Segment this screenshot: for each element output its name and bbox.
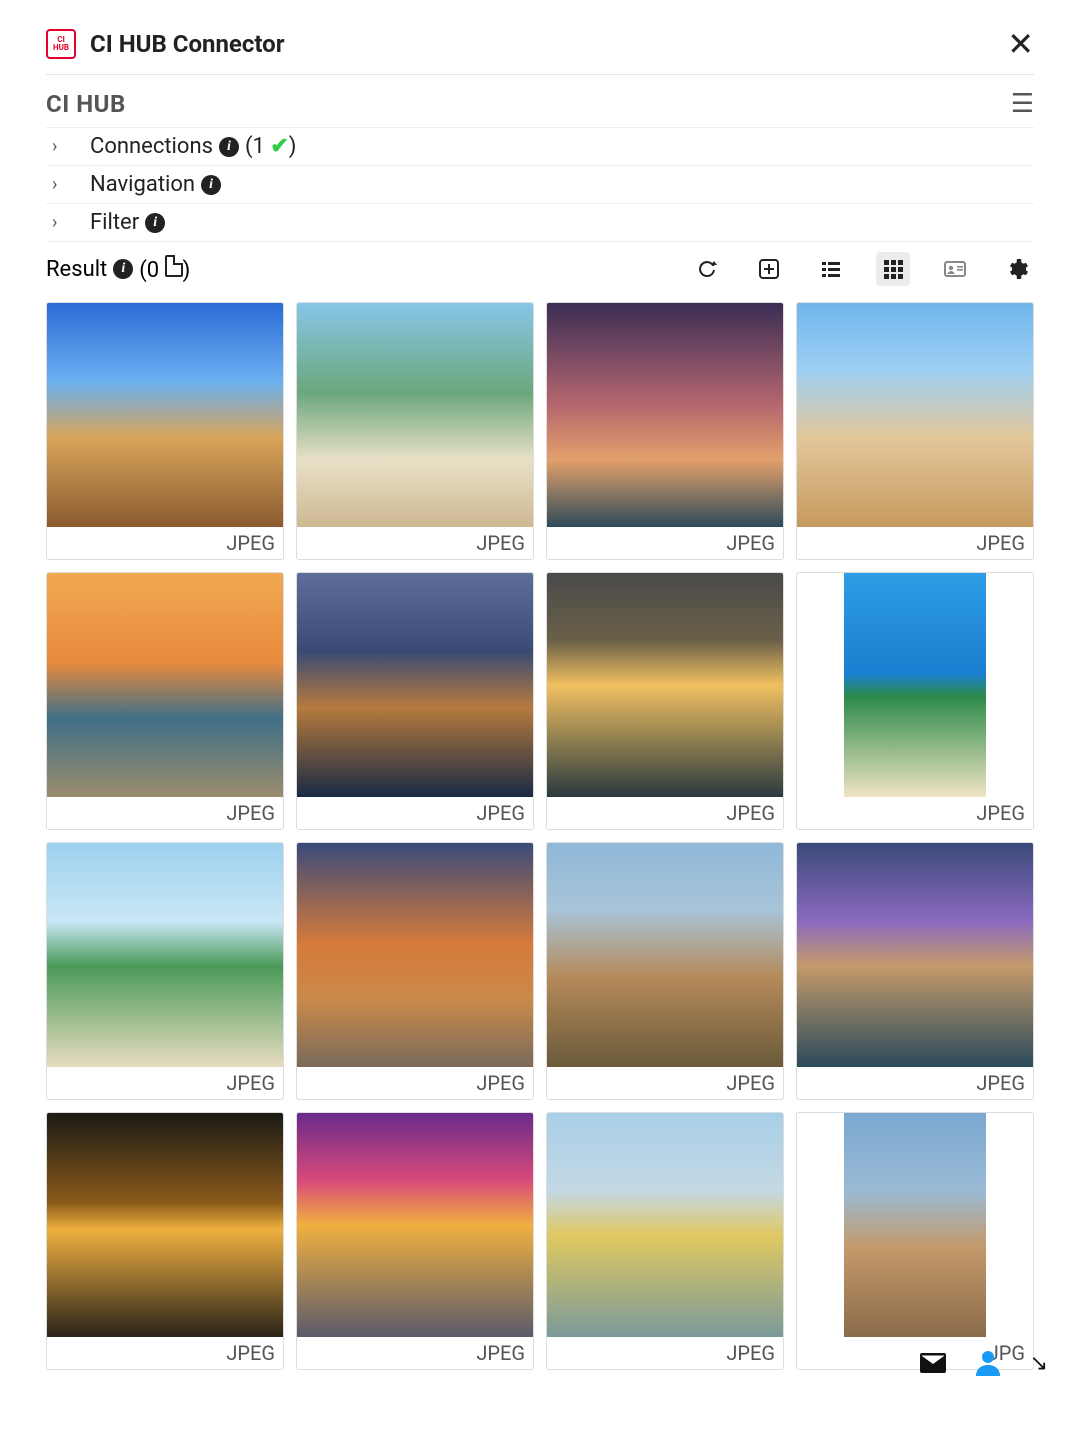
asset-thumbnail (547, 573, 783, 797)
mail-icon[interactable] (920, 1353, 946, 1373)
id-card-icon (943, 257, 967, 281)
close-icon[interactable]: ✕ (1007, 28, 1034, 60)
asset-card[interactable]: JPEG (296, 1112, 534, 1370)
refresh-button[interactable] (690, 252, 724, 286)
asset-format-label: JPEG (547, 1067, 783, 1099)
connections-count: (1 ✔) (245, 134, 296, 159)
list-icon (819, 257, 843, 281)
refresh-icon (695, 257, 719, 281)
asset-card[interactable]: JPEG (46, 302, 284, 560)
add-button[interactable] (752, 252, 786, 286)
info-icon[interactable]: i (113, 259, 133, 279)
app-logo: CIHUB (46, 29, 76, 59)
asset-card[interactable]: JPEG (796, 572, 1034, 830)
navigation-label: Navigation (90, 172, 195, 197)
check-icon: ✔ (270, 134, 288, 159)
asset-thumbnail (47, 1113, 283, 1337)
asset-card[interactable]: JPEG (796, 302, 1034, 560)
app-title: CI HUB Connector (90, 30, 285, 58)
asset-thumbnail (297, 1113, 533, 1337)
asset-format-label: JPEG (797, 1067, 1033, 1099)
result-label: Result (46, 257, 107, 282)
info-icon[interactable]: i (201, 175, 221, 195)
accordion-connections[interactable]: › Connections i (1 ✔) (46, 127, 1034, 165)
asset-thumbnail (797, 303, 1033, 527)
asset-format-label: JPEG (47, 1067, 283, 1099)
asset-card[interactable]: JPEG (546, 302, 784, 560)
result-bar: Result i (0 ) (46, 241, 1034, 300)
footer-bar: ↘ (920, 1350, 1048, 1376)
asset-format-label: JPEG (47, 1337, 283, 1369)
asset-card[interactable]: JPEG (546, 842, 784, 1100)
accordion-navigation[interactable]: › Navigation i (46, 165, 1034, 203)
asset-thumbnail (47, 573, 283, 797)
asset-thumbnail (297, 843, 533, 1067)
asset-thumbnail (47, 303, 283, 527)
asset-format-label: JPEG (547, 527, 783, 559)
asset-card[interactable]: JPEG (546, 1112, 784, 1370)
asset-thumbnail (797, 843, 1033, 1067)
results-grid: JPEG JPEG JPEG JPEG JPEG JPEG JPEG JPEG JPEG JPEG… (46, 300, 1034, 1372)
result-left: Result i (0 ) (46, 255, 190, 283)
asset-card[interactable]: JPG (796, 1112, 1034, 1370)
asset-thumbnail (547, 1113, 783, 1337)
asset-format-label: JPEG (47, 797, 283, 829)
user-icon[interactable] (976, 1350, 1000, 1376)
grid-icon (881, 257, 905, 281)
asset-card[interactable]: JPEG (296, 842, 534, 1100)
chevron-right-icon: › (46, 136, 90, 157)
asset-card[interactable]: JPEG (46, 572, 284, 830)
toolbar (690, 252, 1034, 286)
asset-card[interactable]: JPEG (46, 842, 284, 1100)
filter-label: Filter (90, 210, 139, 235)
info-icon[interactable]: i (219, 137, 239, 157)
accordion-filter[interactable]: › Filter i (46, 203, 1034, 241)
asset-format-label: JPEG (297, 797, 533, 829)
subheader: CI HUB ☰ (46, 75, 1034, 127)
connections-label: Connections (90, 134, 213, 159)
app-window: CIHUB CI HUB Connector ✕ CI HUB ☰ › Conn… (22, 10, 1058, 1382)
settings-button[interactable] (1000, 252, 1034, 286)
details-view-button[interactable] (938, 252, 972, 286)
grid-view-button[interactable] (876, 252, 910, 286)
asset-format-label: JPEG (797, 797, 1033, 829)
asset-format-label: JPEG (547, 797, 783, 829)
document-icon (165, 255, 183, 277)
chevron-right-icon: › (46, 174, 90, 195)
asset-format-label: JPEG (47, 527, 283, 559)
asset-thumbnail (547, 843, 783, 1067)
asset-thumbnail (797, 573, 1033, 797)
asset-card[interactable]: JPEG (546, 572, 784, 830)
asset-card[interactable]: JPEG (46, 1112, 284, 1370)
gear-icon (1005, 257, 1029, 281)
chevron-right-icon: › (46, 212, 90, 233)
list-view-button[interactable] (814, 252, 848, 286)
accordion: › Connections i (1 ✔) › Navigation i › F… (46, 127, 1034, 241)
asset-format-label: JPEG (547, 1337, 783, 1369)
asset-format-label: JPEG (797, 527, 1033, 559)
asset-thumbnail (547, 303, 783, 527)
asset-card[interactable]: JPEG (296, 302, 534, 560)
asset-format-label: JPEG (297, 527, 533, 559)
brand-label: CI HUB (46, 90, 126, 118)
asset-thumbnail (47, 843, 283, 1067)
plus-box-icon (757, 257, 781, 281)
resize-handle-icon[interactable]: ↘ (1030, 1351, 1048, 1376)
asset-thumbnail (297, 573, 533, 797)
asset-thumbnail (297, 303, 533, 527)
asset-card[interactable]: JPEG (296, 572, 534, 830)
asset-format-label: JPEG (297, 1067, 533, 1099)
titlebar: CIHUB CI HUB Connector ✕ (46, 28, 1034, 75)
info-icon[interactable]: i (145, 213, 165, 233)
asset-card[interactable]: JPEG (796, 842, 1034, 1100)
result-count: (0 ) (139, 255, 190, 283)
menu-icon[interactable]: ☰ (1011, 89, 1034, 119)
asset-format-label: JPEG (297, 1337, 533, 1369)
asset-thumbnail (797, 1113, 1033, 1337)
